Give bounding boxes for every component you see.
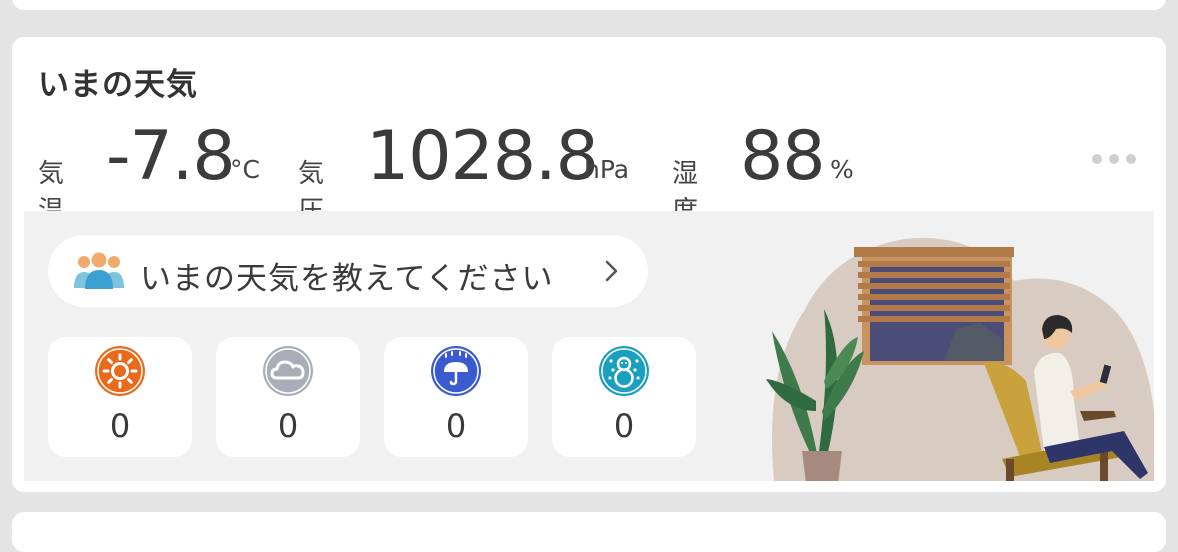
humidity-unit: %	[830, 155, 854, 184]
rain-report-button[interactable]: 0	[384, 337, 528, 457]
more-dot	[1109, 154, 1119, 164]
snow-report-button[interactable]: 0	[552, 337, 696, 457]
more-dot	[1126, 154, 1136, 164]
pressure-value: 1028.8	[366, 117, 599, 196]
person-reading-illustration	[766, 237, 1154, 481]
card-title: いまの天気	[38, 67, 198, 103]
current-weather-card: いまの天気 気温 -7.8 °C 気圧 1028.8 hPa 湿度 88 % い…	[12, 37, 1166, 492]
previous-card	[12, 0, 1166, 10]
cloudy-icon	[263, 346, 313, 396]
more-options-icon[interactable]	[1092, 153, 1136, 165]
report-panel: いまの天気を教えてください 0 0 0 0	[24, 211, 1154, 481]
snowman-icon	[599, 346, 649, 396]
cloudy-count: 0	[277, 407, 299, 445]
humidity-value: 88	[740, 117, 826, 196]
cloudy-report-button[interactable]: 0	[216, 337, 360, 457]
sunny-icon	[95, 346, 145, 396]
next-card	[12, 512, 1166, 552]
report-label: いまの天気を教えてください	[140, 261, 554, 297]
more-dot	[1092, 154, 1102, 164]
chevron-right-icon	[605, 260, 618, 282]
pressure-unit: hPa	[584, 155, 630, 184]
sunny-count: 0	[109, 407, 131, 445]
temperature-value: -7.8	[106, 117, 236, 196]
temperature-unit: °C	[230, 155, 260, 184]
rain-count: 0	[445, 407, 467, 445]
people-icon	[74, 252, 124, 289]
report-weather-button[interactable]: いまの天気を教えてください	[48, 235, 648, 307]
sunny-report-button[interactable]: 0	[48, 337, 192, 457]
snow-count: 0	[613, 407, 635, 445]
rain-umbrella-icon	[431, 346, 481, 396]
